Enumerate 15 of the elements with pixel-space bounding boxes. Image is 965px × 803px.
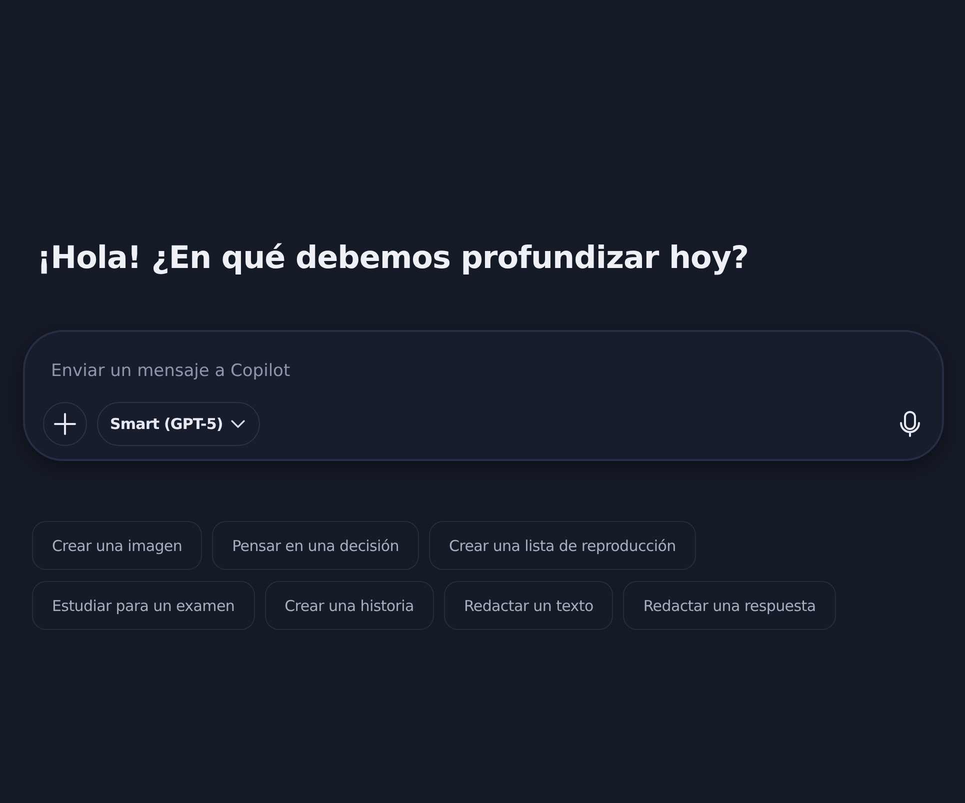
suggestion-chip[interactable]: Redactar una respuesta xyxy=(623,581,836,630)
suggestion-chip[interactable]: Crear una lista de reproducción xyxy=(428,521,696,570)
suggestion-chip[interactable]: Redactar un texto xyxy=(444,581,614,630)
microphone-icon xyxy=(898,410,922,438)
suggestion-chip[interactable]: Crear una historia xyxy=(264,581,434,630)
chevron-down-icon xyxy=(230,420,245,428)
suggestion-chip[interactable]: Crear una imagen xyxy=(32,521,202,570)
plus-icon xyxy=(54,413,76,435)
add-button[interactable] xyxy=(43,402,87,446)
suggestion-chip[interactable]: Pensar en una decisión xyxy=(212,521,419,570)
greeting-heading: ¡Hola! ¿En qué debemos profundizar hoy? xyxy=(37,239,750,278)
microphone-button[interactable] xyxy=(898,410,922,438)
model-dropdown[interactable]: Smart (GPT-5) xyxy=(97,402,260,446)
suggestion-chip[interactable]: Estudiar para un examen xyxy=(32,581,255,630)
message-input[interactable]: Enviar un mensaje a Copilot xyxy=(43,356,922,386)
